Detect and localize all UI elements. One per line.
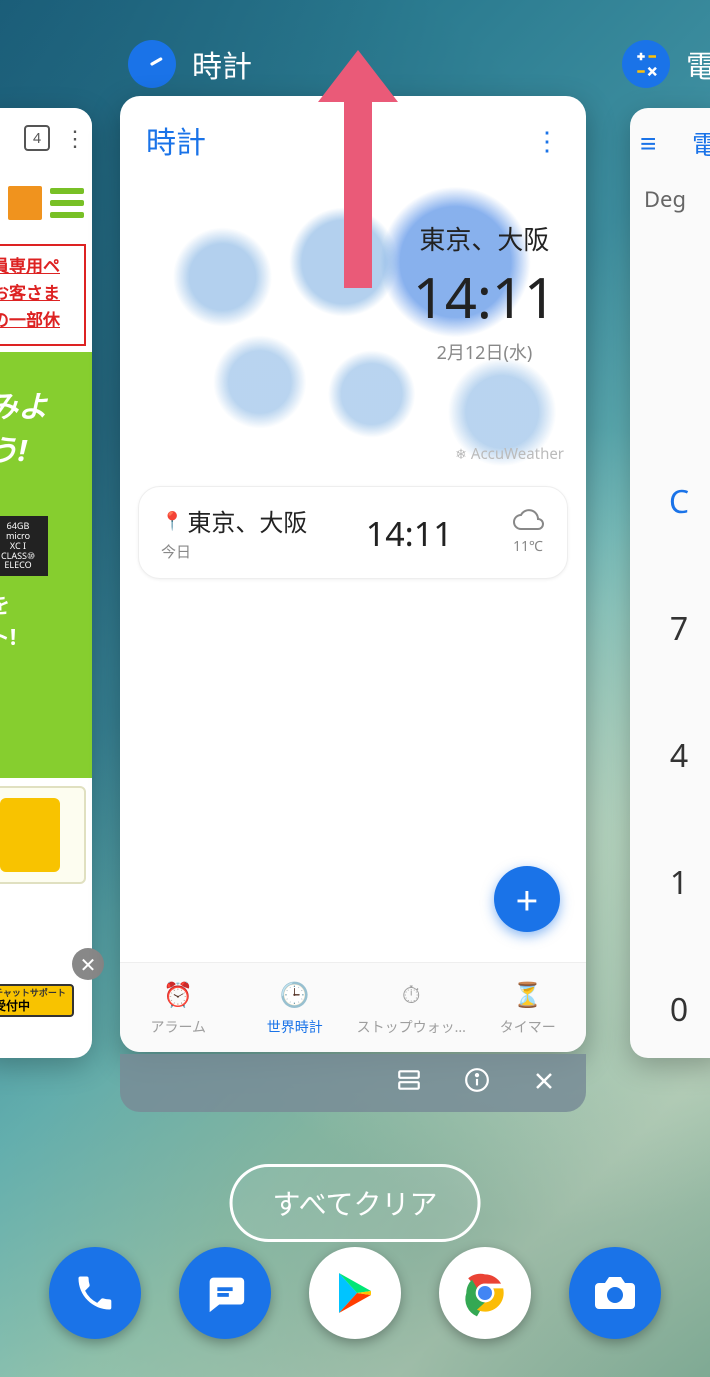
angle-mode[interactable]: Deg	[630, 178, 700, 220]
tab-timer[interactable]: ⏳ タイマー	[470, 963, 587, 1052]
pin-icon: 📍	[161, 509, 183, 533]
calc-key-c[interactable]: C	[669, 480, 689, 523]
hamburger-icon[interactable]: ≡	[640, 124, 656, 162]
recent-card-browser[interactable]: 4 ⋮ 員専用ペ お客さま の一部休 みよう! 64GBmicro XC ICL…	[0, 108, 92, 1058]
tab-stopwatch[interactable]: ⏱ ストップウォッ...	[353, 963, 470, 1052]
phone-app-icon[interactable]	[49, 1247, 141, 1339]
site-header	[0, 168, 92, 238]
promo-text-1: みよう!	[0, 352, 92, 500]
promo-block: 64GBmicro XC ICLASS⑩ ELECO をト!	[0, 500, 92, 668]
timer-icon: ⏳	[513, 978, 543, 1011]
card-action-strip	[120, 1054, 586, 1112]
sd-card-icon: 64GBmicro XC ICLASS⑩ ELECO	[0, 516, 48, 576]
more-icon[interactable]: ⋮	[64, 123, 84, 153]
browser-toolbar: 4 ⋮	[0, 108, 92, 168]
promo-text-2: をト!	[0, 582, 92, 658]
task-header-clock[interactable]: 時計	[128, 40, 252, 88]
chrome-app-icon[interactable]	[439, 1247, 531, 1339]
notice-link-2[interactable]: お客さま	[0, 279, 82, 306]
world-time: 14:11	[413, 259, 556, 335]
calc-key-7[interactable]: 7	[670, 607, 688, 650]
city-time: 14:11	[366, 510, 453, 556]
calculator-title: 電	[692, 125, 710, 162]
task-title-calculator: 電	[686, 42, 710, 86]
chat-badge[interactable]: チャットサポート 受付中	[0, 984, 74, 1017]
calc-key-1[interactable]: 1	[670, 861, 688, 904]
cloud-icon	[511, 509, 545, 535]
notice-link-3[interactable]: の一部休	[0, 306, 82, 333]
city-sub: 今日	[161, 541, 307, 562]
clock-app-icon	[128, 40, 176, 88]
notice-box: 員専用ペ お客さま の一部休	[0, 244, 86, 346]
calc-key-4[interactable]: 4	[670, 734, 688, 777]
messages-app-icon[interactable]	[179, 1247, 271, 1339]
hamburger-icon[interactable]	[50, 188, 84, 218]
clock-app-title: 時計	[146, 118, 206, 162]
world-date: 2月12日(水)	[413, 339, 556, 365]
notice-link-1[interactable]: 員専用ペ	[0, 252, 82, 279]
calculator-app-icon	[622, 40, 670, 88]
info-icon[interactable]	[464, 1065, 490, 1101]
recent-card-clock[interactable]: 時計 ⋮ 東京、大阪 14:11 2月12日(水) AccuWeather 📍東…	[120, 96, 586, 1052]
clock-icon: 🕒	[280, 978, 310, 1011]
world-city: 東京、大阪	[413, 220, 556, 257]
recent-card-calculator[interactable]: ≡ 電 Deg C 7 4 1 0	[630, 108, 710, 1058]
add-city-fab[interactable]: +	[494, 866, 560, 932]
clear-all-button[interactable]: すべてクリア	[230, 1164, 481, 1242]
tab-alarm[interactable]: ⏰ アラーム	[120, 963, 237, 1052]
clock-bottom-tabs: ⏰ アラーム 🕒 世界時計 ⏱ ストップウォッ... ⏳ タイマー	[120, 962, 586, 1052]
city-card[interactable]: 📍東京、大阪 今日 14:11 11℃	[138, 486, 568, 579]
close-icon[interactable]	[532, 1065, 556, 1101]
alarm-icon: ⏰	[163, 978, 193, 1011]
weather-provider: AccuWeather	[455, 444, 564, 464]
stopwatch-icon: ⏱	[402, 978, 421, 1011]
home-dock	[0, 1247, 710, 1339]
city-name: 東京、大阪	[187, 503, 307, 539]
site-logo	[8, 186, 42, 220]
camera-app-icon[interactable]	[569, 1247, 661, 1339]
tab-count[interactable]: 4	[24, 125, 50, 151]
sim-promo	[0, 786, 86, 884]
play-store-app-icon[interactable]	[309, 1247, 401, 1339]
task-title-clock: 時計	[192, 42, 252, 86]
city-temp: 11℃	[513, 537, 543, 556]
calc-key-0[interactable]: 0	[670, 988, 688, 1031]
tab-world-clock[interactable]: 🕒 世界時計	[237, 963, 354, 1052]
more-icon[interactable]: ⋮	[534, 135, 560, 145]
close-badge-icon[interactable]: ✕	[72, 948, 104, 980]
world-clock-panel: 東京、大阪 14:11 2月12日(水) AccuWeather	[120, 172, 586, 472]
split-screen-icon[interactable]	[396, 1065, 422, 1101]
task-header-calculator[interactable]: 電	[622, 40, 710, 88]
